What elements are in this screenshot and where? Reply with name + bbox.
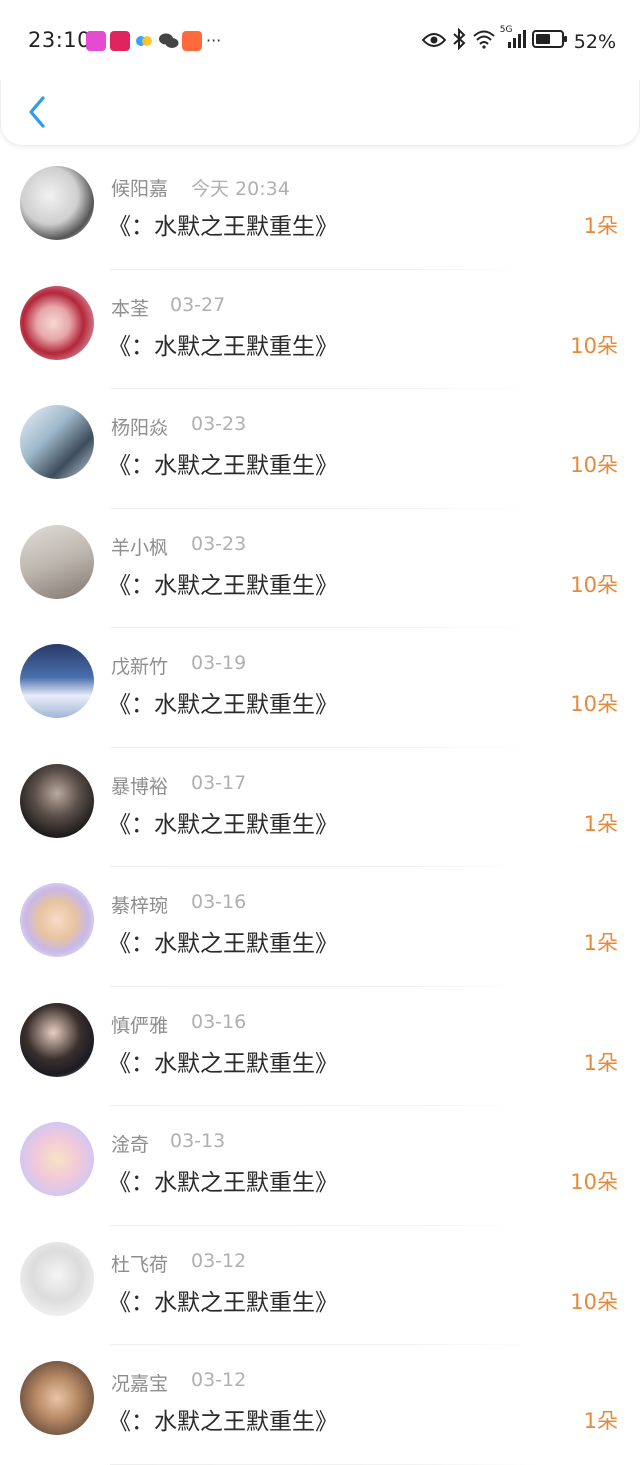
book-title: 《：水默之王默重生》 bbox=[108, 333, 338, 360]
record-date: 今天 20:34 bbox=[191, 178, 290, 200]
system-indicators: 5G 52% bbox=[421, 25, 616, 55]
record-date: 03-23 bbox=[191, 413, 247, 435]
record-date: 03-27 bbox=[170, 293, 226, 316]
list-item[interactable]: 暴博裕 03-17 《：水默之王默重生》 1朵 bbox=[0, 748, 640, 867]
list-item[interactable]: 戊新竹 03-19 《：水默之王默重生》 10朵 bbox=[0, 628, 640, 748]
flower-amount: 10朵 bbox=[570, 453, 618, 477]
user-name[interactable]: 候阳嘉 bbox=[111, 174, 168, 201]
battery-icon bbox=[531, 29, 568, 54]
network-type: 5G bbox=[499, 25, 513, 35]
back-button[interactable] bbox=[21, 92, 55, 132]
list-item[interactable]: 淦奇 03-13 《：水默之王默重生》 10朵 bbox=[0, 1106, 640, 1226]
user-name[interactable]: 羊小枫 bbox=[111, 533, 168, 560]
flower-amount: 10朵 bbox=[570, 692, 618, 716]
book-title: 《：水默之王默重生》 bbox=[108, 811, 338, 838]
more-notifications: ··· bbox=[206, 31, 222, 50]
notification-icons: ··· bbox=[86, 30, 221, 52]
pay-app-icon bbox=[134, 31, 154, 51]
flower-amount: 10朵 bbox=[570, 1170, 618, 1194]
user-name[interactable]: 杜飞荷 bbox=[111, 1250, 168, 1277]
avatar[interactable] bbox=[20, 405, 94, 479]
avatar[interactable] bbox=[20, 644, 94, 718]
user-name[interactable]: 綦梓琬 bbox=[111, 891, 168, 918]
avatar[interactable] bbox=[20, 883, 94, 957]
eye-icon bbox=[421, 31, 447, 53]
chevron-left-icon bbox=[29, 96, 45, 128]
user-name[interactable]: 戊新竹 bbox=[111, 652, 168, 679]
top-nav-bar bbox=[0, 80, 640, 146]
record-date: 03-23 bbox=[191, 532, 247, 555]
list-item[interactable]: 候阳嘉 今天 20:34 《：水默之王默重生》 1朵 bbox=[0, 150, 640, 270]
user-name[interactable]: 淦奇 bbox=[111, 1130, 149, 1157]
reward-record-list: 候阳嘉 今天 20:34 《：水默之王默重生》 1朵 本荃 03-27 《：水默之王默重生》… bbox=[0, 150, 640, 1465]
book-title: 《：水默之王默重生》 bbox=[108, 692, 338, 718]
record-date: 03-16 bbox=[191, 891, 247, 913]
list-item[interactable]: 况嘉宝 03-12 《：水默之王默重生》 1朵 bbox=[0, 1345, 640, 1465]
book-title: 《：水默之王默重生》 bbox=[108, 214, 338, 240]
user-name[interactable]: 杨阳焱 bbox=[111, 413, 168, 440]
avatar[interactable] bbox=[20, 166, 94, 240]
flower-amount: 1朵 bbox=[583, 1409, 618, 1433]
record-date: 03-17 bbox=[191, 771, 247, 794]
avatar[interactable] bbox=[20, 524, 94, 599]
record-date: 03-12 bbox=[191, 1249, 247, 1272]
user-name[interactable]: 暴博裕 bbox=[111, 772, 168, 799]
list-item[interactable]: 慎俨雅 03-16 《：水默之王默重生》 1朵 bbox=[0, 987, 640, 1106]
wifi-icon bbox=[472, 29, 496, 54]
flower-amount: 1朵 bbox=[583, 931, 618, 955]
video-app-icon bbox=[86, 31, 106, 51]
list-item[interactable]: 綦梓琬 03-16 《：水默之王默重生》 1朵 bbox=[0, 867, 640, 987]
status-time: 23:10 bbox=[28, 28, 92, 52]
avatar[interactable] bbox=[20, 763, 94, 838]
flower-amount: 1朵 bbox=[583, 811, 618, 836]
book-title: 《：水默之王默重生》 bbox=[108, 1409, 338, 1435]
record-date: 03-16 bbox=[191, 1010, 247, 1033]
book-title: 《：水默之王默重生》 bbox=[108, 1289, 338, 1316]
book-title: 《：水默之王默重生》 bbox=[108, 453, 338, 479]
divider bbox=[110, 1463, 540, 1465]
flower-amount: 1朵 bbox=[583, 214, 618, 238]
video-app-icon-2 bbox=[182, 31, 202, 51]
user-name[interactable]: 况嘉宝 bbox=[111, 1369, 168, 1396]
flower-amount: 10朵 bbox=[570, 333, 618, 358]
list-item[interactable]: 杨阳焱 03-23 《：水默之王默重生》 10朵 bbox=[0, 389, 640, 509]
list-item[interactable]: 本荃 03-27 《：水默之王默重生》 10朵 bbox=[0, 270, 640, 389]
status-bar: 23:10 ··· 5G 52% bbox=[0, 0, 640, 80]
bluetooth-icon bbox=[452, 27, 466, 55]
flower-amount: 10朵 bbox=[570, 1289, 618, 1314]
book-title: 《：水默之王默重生》 bbox=[108, 1050, 338, 1077]
wechat-icon bbox=[158, 31, 179, 51]
record-date: 03-19 bbox=[191, 652, 247, 674]
shop-app-icon bbox=[110, 31, 130, 51]
list-item[interactable]: 杜飞荷 03-12 《：水默之王默重生》 10朵 bbox=[0, 1226, 640, 1345]
record-date: 03-13 bbox=[170, 1130, 226, 1152]
avatar[interactable] bbox=[20, 1241, 94, 1316]
signal-icon: 5G bbox=[500, 25, 526, 54]
book-title: 《：水默之王默重生》 bbox=[108, 1170, 338, 1196]
flower-amount: 1朵 bbox=[583, 1050, 618, 1075]
flower-amount: 10朵 bbox=[570, 572, 618, 597]
avatar[interactable] bbox=[20, 1002, 94, 1077]
avatar[interactable] bbox=[20, 1361, 94, 1435]
record-date: 03-12 bbox=[191, 1369, 247, 1391]
avatar[interactable] bbox=[20, 1122, 94, 1196]
battery-percent: 52% bbox=[573, 30, 616, 53]
user-name[interactable]: 本荃 bbox=[111, 294, 149, 321]
list-item[interactable]: 羊小枫 03-23 《：水默之王默重生》 10朵 bbox=[0, 509, 640, 628]
avatar[interactable] bbox=[20, 285, 94, 360]
book-title: 《：水默之王默重生》 bbox=[108, 572, 338, 599]
user-name[interactable]: 慎俨雅 bbox=[111, 1011, 168, 1038]
book-title: 《：水默之王默重生》 bbox=[108, 931, 338, 957]
